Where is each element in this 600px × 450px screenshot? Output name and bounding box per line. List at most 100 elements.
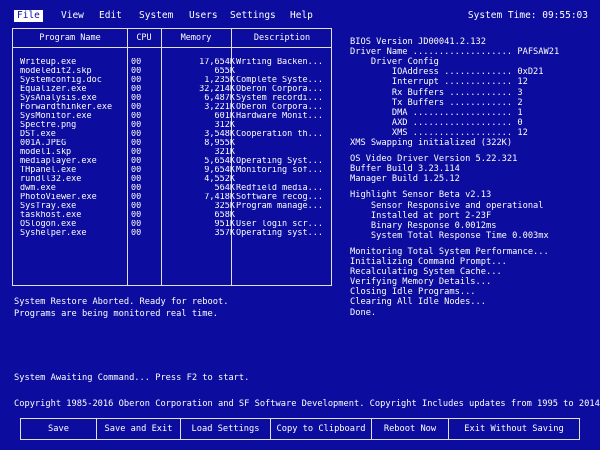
cpu-cell: 00 — [131, 121, 142, 130]
header-cpu: CPU — [136, 33, 152, 43]
table-row[interactable]: Equalizer.exe 00 32,214K Oberon Corpora... — [13, 85, 333, 94]
cpu-cell: 00 — [131, 220, 142, 229]
memory-cell: 5,654K — [204, 157, 235, 166]
process-table: Program Name CPU Memory Description Writ… — [12, 28, 332, 286]
table-row[interactable]: PhotoViewer.exe 00 7,418K Software recog... — [13, 193, 333, 202]
program-name-cell: SysTray.exe — [20, 202, 77, 211]
description-cell: System recordi... — [236, 94, 323, 103]
info-line: DMA ................... 1 — [350, 107, 523, 118]
memory-cell: 4,552K — [204, 175, 235, 184]
info-line: XMS ................... 12 — [350, 127, 528, 138]
info-line: Tx Buffers ............ 2 — [350, 97, 523, 108]
table-row[interactable]: modeledit2.skp 00 655K — [13, 67, 333, 76]
program-name-cell: THpanel.exe — [20, 166, 77, 175]
cpu-cell: 00 — [131, 58, 142, 67]
table-row[interactable]: Spectre.png 00 312K — [13, 121, 333, 130]
program-name-cell: Equalizer.exe — [20, 85, 87, 94]
table-row[interactable]: Systemconfig.doc 00 1,235K Complete Syste..… — [13, 76, 333, 85]
info-line: Rx Buffers ............ 3 — [350, 87, 523, 98]
menu-settings[interactable]: Settings — [230, 10, 276, 22]
table-row[interactable]: Writeup.exe 00 17,654K Writing Backen... — [13, 58, 333, 67]
program-name-cell: Spectre.png — [20, 121, 77, 130]
program-name-cell: DST.exe — [20, 130, 56, 139]
table-row[interactable]: taskhost.exe 00 658K — [13, 211, 333, 220]
memory-cell: 655K — [214, 67, 235, 76]
save-button[interactable]: Save — [21, 419, 96, 439]
cpu-cell: 00 — [131, 166, 142, 175]
info-line: Closing Idle Programs... — [350, 287, 476, 298]
menu-file[interactable]: File — [14, 10, 43, 22]
table-row[interactable]: mediaplayer.exe 00 5,654K Operating Syst... — [13, 157, 333, 166]
cpu-cell: 00 — [131, 85, 142, 94]
table-row[interactable]: Syshelper.exe 00 357K Operating syst... — [13, 229, 333, 238]
info-line: Clearing All Idle Nodes... — [350, 297, 486, 308]
info-line: Driver Config — [350, 57, 439, 68]
memory-cell: 32,214K — [199, 85, 235, 94]
memory-cell: 6,487K — [204, 94, 235, 103]
table-row[interactable]: SysMonitor.exe 00 601K Hardware Monit... — [13, 112, 333, 121]
table-row[interactable]: rundll32.exe 00 4,552K — [13, 175, 333, 184]
info-line: AXD ................... 0 — [350, 117, 523, 128]
cpu-cell: 00 — [131, 103, 142, 112]
memory-cell: 357K — [214, 229, 235, 238]
menu-help[interactable]: Help — [290, 10, 313, 22]
memory-cell: 321K — [214, 148, 235, 157]
program-name-cell: rundll32.exe — [20, 175, 82, 184]
description-cell: Program manage... — [236, 202, 323, 211]
table-row[interactable]: DST.exe 00 3,548K Cooperation th... — [13, 130, 333, 139]
table-row[interactable]: SysTray.exe 00 325K Program manage... — [13, 202, 333, 211]
save-and-exit-button[interactable]: Save and Exit — [97, 419, 180, 439]
table-row[interactable]: OSlogon.exe 00 951K User login scr... — [13, 220, 333, 229]
memory-cell: 658K — [214, 211, 235, 220]
info-line: Initializing Command Prompt... — [350, 257, 507, 267]
program-name-cell: SysAnalysis.exe — [20, 94, 97, 103]
table-row[interactable]: SysAnalysis.exe 00 6,487K System recordi... — [13, 94, 333, 103]
header-memory: Memory — [180, 33, 212, 43]
table-row[interactable]: 001A.JPEG 00 8,955K — [13, 139, 333, 148]
exit-without-saving-button[interactable]: Exit Without Saving — [449, 419, 579, 439]
system-time: System Time: 09:55:03 — [467, 10, 588, 21]
description-cell: Operating syst... — [236, 229, 323, 238]
reboot-now-button[interactable]: Reboot Now — [372, 419, 448, 439]
program-name-cell: model1.skp — [20, 148, 72, 157]
table-row[interactable]: THpanel.exe 00 9,654K Monitoring sof... — [13, 166, 333, 175]
description-cell: Writing Backen... — [236, 58, 323, 67]
program-name-cell: modeledit2.skp — [20, 67, 92, 76]
memory-cell: 8,955K — [204, 139, 235, 148]
menu-users[interactable]: Users — [189, 10, 218, 22]
program-name-cell: Writeup.exe — [20, 58, 77, 67]
monitoring-message: Programs are being monitored real time. — [14, 309, 218, 319]
info-line: Monitoring Total System Performance... — [350, 246, 549, 257]
menu-view[interactable]: View — [61, 10, 84, 22]
copyright-text: Copyright 1985-2016 Oberon Corporation a… — [14, 399, 600, 409]
cpu-cell: 00 — [131, 112, 142, 121]
memory-cell: 3,548K — [204, 130, 235, 139]
info-line: Interrupt ............. 12 — [350, 77, 528, 88]
copy-to-clipboard-button[interactable]: Copy to Clipboard — [271, 419, 371, 439]
table-row[interactable]: dwm.exe 00 564K Redfield media... — [13, 184, 333, 193]
description-cell: Redfield media... — [236, 184, 323, 193]
description-cell: Operating Syst... — [236, 157, 323, 166]
menu-edit[interactable]: Edit — [99, 10, 122, 22]
table-row[interactable]: model1.skp 00 321K — [13, 148, 333, 157]
description-cell: Oberon Corpora... — [236, 85, 323, 94]
info-line: IOAddress ............. 0xD21 — [350, 67, 544, 78]
description-cell: Oberon Corpora... — [236, 103, 323, 112]
memory-cell: 9,654K — [204, 166, 235, 175]
cpu-cell: 00 — [131, 67, 142, 76]
load-settings-button[interactable]: Load Settings — [181, 419, 270, 439]
awaiting-command: System Awaiting Command... Press F2 to s… — [14, 373, 250, 383]
menu-system[interactable]: System — [139, 10, 173, 22]
info-line: Sensor Responsive and operational — [350, 200, 544, 211]
cpu-cell: 00 — [131, 130, 142, 139]
table-row[interactable]: Forwardthinker.exe 00 3,221K Oberon Corpora… — [13, 103, 333, 112]
info-line: OS Video Driver Version 5.22.321 — [350, 154, 518, 165]
description-cell: Software recog... — [236, 193, 323, 202]
memory-cell: 564K — [214, 184, 235, 193]
info-line: Manager Build 1.25.12 — [350, 174, 460, 185]
memory-cell: 601K — [214, 112, 235, 121]
cpu-cell: 00 — [131, 202, 142, 211]
memory-cell: 312K — [214, 121, 235, 130]
memory-cell: 3,221K — [204, 103, 235, 112]
program-name-cell: 001A.JPEG — [20, 139, 67, 148]
